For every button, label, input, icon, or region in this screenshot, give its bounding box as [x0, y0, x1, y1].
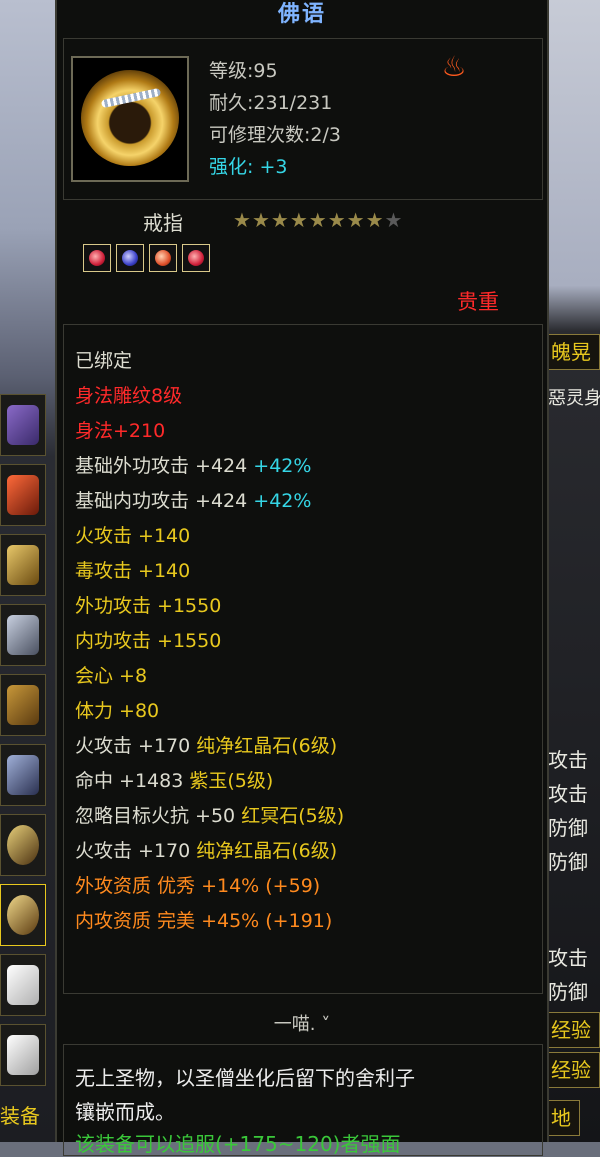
item-durability: 耐久:231/231	[209, 92, 333, 114]
attribute-line: 火攻击 +140	[75, 525, 191, 547]
attribute-line: 体力 +80	[75, 700, 160, 722]
owner-name[interactable]: 一喵. ˅	[57, 1010, 547, 1036]
equip-tab-label[interactable]: 装备	[0, 1100, 40, 1129]
gem-attribute-line: 火攻击 +170 纯净红晶石(6级)	[75, 735, 338, 757]
attribute-line: 会心 +8	[75, 665, 148, 687]
strengthen-label: 强化:	[209, 156, 254, 178]
gem-name: 纯净红晶石(6级)	[196, 840, 338, 862]
item-name: 佛语	[277, 2, 326, 27]
star-icon: ★	[365, 208, 385, 232]
gem-attribute-line: 命中 +1483 紫玉(5级)	[75, 770, 274, 792]
right-stat-label: 防御	[548, 816, 588, 840]
red-gem-icon	[83, 244, 111, 272]
aptitude-line: 内攻资质 完美 +45% (+191)	[75, 910, 333, 932]
attribute-line: 内功攻击 +1550	[75, 630, 222, 652]
chevron-down-icon: ˅	[321, 1014, 331, 1035]
star-rating: ★★★★★★★★★	[233, 208, 403, 232]
description-line: 无上圣物，以圣僧坐化后留下的舍利子	[75, 1066, 415, 1090]
bracer-slot-icon[interactable]	[0, 464, 46, 526]
right-stat-label: 攻击	[548, 748, 588, 772]
red-gem-icon	[182, 244, 210, 272]
bound-status: 已绑定	[75, 350, 133, 372]
boots-slot-icon[interactable]	[0, 744, 46, 806]
star-icon: ★	[270, 208, 290, 232]
gem-name: 纯净红晶石(6级)	[196, 735, 338, 757]
right-stat-label: 攻击	[548, 782, 588, 806]
item-level: 等级:95	[209, 60, 278, 82]
right-panel-subtitle: 惡灵身	[548, 388, 600, 409]
attribute-line: 基础外功攻击 +424 +42%	[75, 455, 312, 477]
item-type: 戒指	[143, 211, 183, 235]
attribute-line: 基础内功攻击 +424 +42%	[75, 490, 312, 512]
gem-attribute-line: 火攻击 +170 纯净红晶石(6级)	[75, 840, 338, 862]
mask-slot-2-icon[interactable]	[0, 1024, 46, 1086]
right-bottom-tab[interactable]: 地	[546, 1100, 580, 1136]
attribute-line: 毒攻击 +140	[75, 560, 191, 582]
right-tab-experience[interactable]: 经验	[546, 1012, 600, 1048]
star-icon: ★	[251, 208, 271, 232]
item-tooltip: 佛语 等级:95 耐久:231/231 可修理次数:2/3 强化: +3 ♨ 戒…	[55, 0, 549, 1156]
star-icon: ★	[346, 208, 366, 232]
gem-sockets	[83, 244, 215, 276]
attribute-line: 外功攻击 +1550	[75, 595, 222, 617]
item-quality: 贵重	[457, 290, 499, 314]
description-hint: 该装备可以追服(+175~120)者强面	[75, 1132, 401, 1156]
right-tab-experience-2[interactable]: 经验	[546, 1052, 600, 1088]
orange-gem-icon	[149, 244, 177, 272]
star-icon: ★	[308, 208, 328, 232]
ring-slot-icon[interactable]	[0, 814, 46, 876]
gold-bracer-slot-icon[interactable]	[0, 534, 46, 596]
necklace-slot-icon[interactable]	[0, 394, 46, 456]
ring-item-icon	[71, 56, 189, 182]
ring-slot-selected-icon[interactable]	[0, 884, 46, 946]
description-line: 镶嵌而成。	[75, 1100, 175, 1124]
gem-attribute-line: 忽略目标火抗 +50 红冥石(5级)	[75, 805, 345, 827]
star-empty-icon: ★	[384, 208, 404, 232]
belt-slot-icon[interactable]	[0, 674, 46, 736]
purple-gem-icon	[116, 244, 144, 272]
attribute-line: 身法+210	[75, 420, 166, 442]
right-stat-label: 攻击	[548, 946, 588, 970]
gem-name: 紫玉(5级)	[189, 770, 274, 792]
right-stat-label: 防御	[548, 980, 588, 1004]
mask-slot-icon[interactable]	[0, 954, 46, 1016]
star-icon: ★	[233, 208, 252, 232]
item-strengthen: 强化: +3	[209, 152, 287, 179]
item-repair-count: 可修理次数:2/3	[209, 124, 341, 146]
strengthen-value: +3	[259, 156, 288, 178]
star-icon: ★	[327, 208, 347, 232]
star-icon: ★	[289, 208, 309, 232]
aptitude-line: 外攻资质 优秀 +14% (+59)	[75, 875, 321, 897]
right-panel-title: 魄晃	[546, 334, 600, 370]
attribute-line: 身法雕纹8级	[75, 385, 183, 407]
flame-icon: ♨	[441, 50, 467, 83]
ring-image	[81, 70, 179, 166]
right-stat-label: 防御	[548, 850, 588, 874]
armor-slot-icon[interactable]	[0, 604, 46, 666]
gem-name: 红冥石(5级)	[241, 805, 345, 827]
